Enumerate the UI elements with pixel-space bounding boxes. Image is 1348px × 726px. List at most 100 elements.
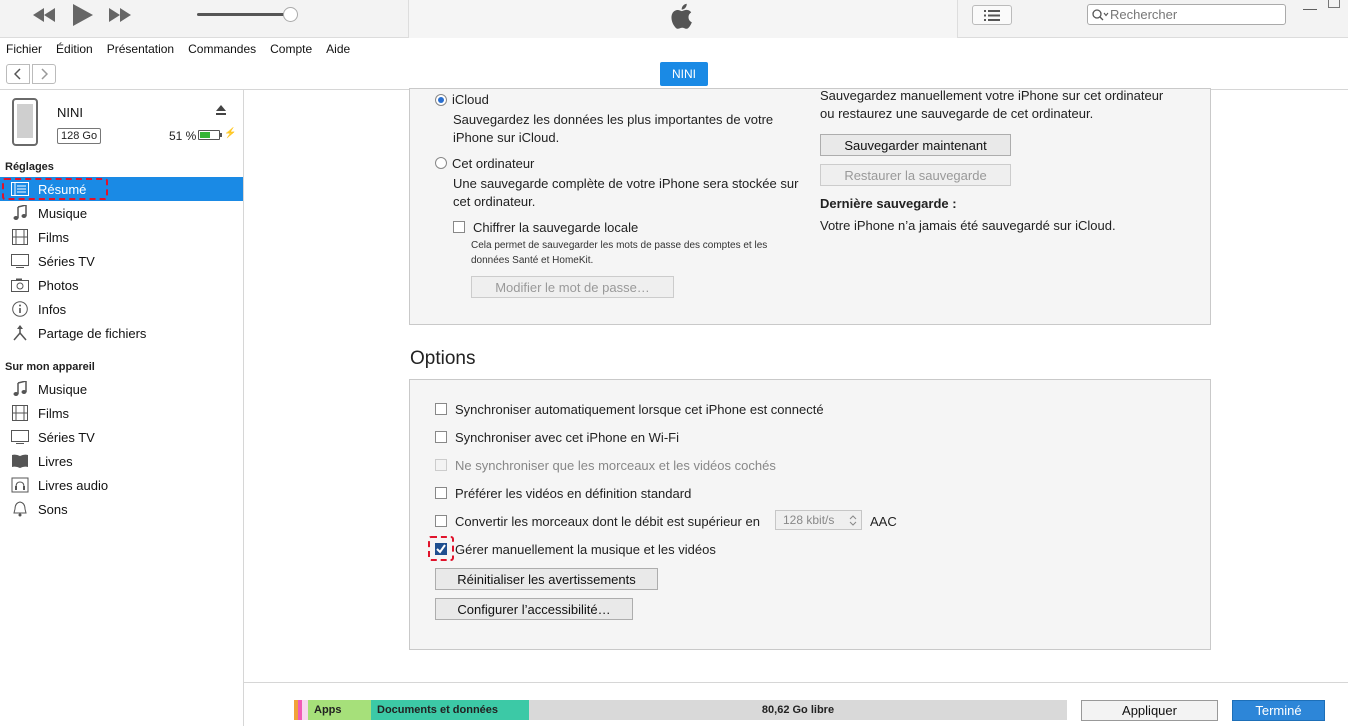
list-icon — [984, 9, 1000, 21]
standard-definition-label: Préférer les vidéos en définition standa… — [455, 486, 692, 501]
sidebar-item-label: Musique — [38, 381, 88, 397]
music-note-icon — [10, 205, 30, 221]
device-summary: NINI 128 Go 51 % ⚡ — [0, 90, 243, 154]
codec-label: AAC — [870, 514, 897, 529]
encrypt-description-line2: données Santé et HomeKit. — [471, 255, 594, 266]
minimize-icon[interactable]: — — [1303, 0, 1317, 16]
sidebar-item-films[interactable]: Films — [0, 225, 243, 249]
checkmark-icon — [435, 543, 447, 555]
sidebar-item-device-films[interactable]: Films — [0, 401, 243, 425]
checked-only-checkbox[interactable] — [435, 459, 447, 471]
main-content: iCloud Sauvegardez les données les plus … — [244, 88, 1348, 682]
file-sharing-icon — [10, 325, 30, 341]
sidebar-item-device-livres-audio[interactable]: Livres audio — [0, 473, 243, 497]
sidebar: NINI 128 Go 51 % ⚡ Réglages Résumé Musiq… — [0, 90, 244, 726]
film-icon — [10, 229, 30, 245]
battery-percent: 51 % — [169, 129, 197, 143]
battery-icon — [198, 130, 222, 140]
sidebar-item-label: Livres audio — [38, 477, 109, 493]
sidebar-item-label: Infos — [38, 301, 67, 317]
search-field[interactable] — [1087, 4, 1286, 25]
menu-fichier[interactable]: Fichier — [6, 42, 42, 56]
computer-description-line2: cet ordinateur. — [453, 194, 536, 209]
maximize-icon[interactable] — [1328, 0, 1340, 8]
sidebar-item-device-sons[interactable]: Sons — [0, 497, 243, 521]
computer-radio[interactable] — [435, 157, 447, 169]
sidebar-item-device-livres[interactable]: Livres — [0, 449, 243, 473]
sidebar-item-label: Photos — [38, 277, 79, 293]
change-password-button[interactable]: Modifier le mot de passe… — [471, 276, 674, 298]
last-backup-text: Votre iPhone n’a jamais été sauvegardé s… — [820, 218, 1116, 233]
sidebar-item-infos[interactable]: Infos — [0, 297, 243, 321]
auto-sync-checkbox[interactable] — [435, 403, 447, 415]
menu-edition[interactable]: Édition — [56, 42, 93, 56]
menu-aide[interactable]: Aide — [326, 42, 350, 56]
search-icon — [1092, 8, 1109, 20]
checked-only-label: Ne synchroniser que les morceaux et les … — [455, 458, 776, 473]
chevron-left-icon — [14, 68, 21, 80]
menu-presentation[interactable]: Présentation — [107, 42, 174, 56]
wifi-sync-checkbox[interactable] — [435, 431, 447, 443]
icloud-description-line1: Sauvegardez les données les plus importa… — [453, 112, 774, 127]
fast-forward-icon[interactable] — [108, 5, 132, 25]
menu-commandes[interactable]: Commandes — [188, 42, 256, 56]
done-button[interactable]: Terminé — [1232, 700, 1325, 721]
device-button[interactable]: NINI — [660, 62, 708, 86]
sidebar-item-musique[interactable]: Musique — [0, 201, 243, 225]
configure-accessibility-button[interactable]: Configurer l’accessibilité… — [435, 598, 633, 620]
rewind-icon[interactable] — [32, 5, 56, 25]
standard-definition-checkbox[interactable] — [435, 487, 447, 499]
eject-icon[interactable] — [215, 104, 227, 119]
reset-warnings-button[interactable]: Réinitialiser les avertissements — [435, 568, 658, 590]
sidebar-item-label: Films — [38, 405, 70, 421]
options-title: Options — [410, 348, 476, 369]
sidebar-item-label: Séries TV — [38, 429, 95, 445]
apple-logo-icon — [668, 0, 698, 32]
manual-backup-description-line1: Sauvegardez manuellement votre iPhone su… — [820, 88, 1164, 103]
camera-icon — [10, 277, 30, 293]
manual-manage-checkbox[interactable] — [435, 543, 447, 555]
sidebar-item-label: Séries TV — [38, 253, 95, 269]
settings-section-title: Réglages — [5, 161, 54, 173]
icloud-radio[interactable] — [435, 94, 447, 106]
back-button[interactable] — [6, 64, 30, 84]
player-bar: — — [0, 0, 1348, 38]
forward-button[interactable] — [32, 64, 56, 84]
sidebar-item-partage-fichiers[interactable]: Partage de fichiers — [0, 321, 243, 345]
menu-compte[interactable]: Compte — [270, 42, 312, 56]
encrypt-label: Chiffrer la sauvegarde locale — [473, 220, 639, 235]
up-next-list-button[interactable] — [972, 5, 1012, 25]
sidebar-item-label: Films — [38, 229, 70, 245]
menu-bar: Fichier Édition Présentation Commandes C… — [0, 38, 1348, 59]
bell-icon — [10, 501, 30, 517]
auto-sync-label: Synchroniser automatiquement lorsque cet… — [455, 402, 824, 417]
chevron-right-icon — [41, 68, 48, 80]
book-icon — [10, 453, 30, 469]
play-icon[interactable] — [72, 4, 94, 26]
encrypt-checkbox[interactable] — [453, 221, 465, 233]
manual-backup-description-line2: ou restaurez une sauvegarde de cet ordin… — [820, 106, 1094, 121]
stepper-arrows-icon — [849, 515, 857, 526]
backup-now-button[interactable]: Sauvegarder maintenant — [820, 134, 1011, 156]
sidebar-item-series-tv[interactable]: Séries TV — [0, 249, 243, 273]
storage-free-space: 80,62 Go libre — [529, 700, 1067, 720]
iphone-icon — [12, 98, 38, 146]
bitrate-select[interactable]: 128 kbit/s — [775, 510, 862, 530]
convert-bitrate-label: Convertir les morceaux dont le débit est… — [455, 514, 760, 529]
volume-knob[interactable] — [283, 7, 298, 22]
sidebar-item-device-musique[interactable]: Musique — [0, 377, 243, 401]
search-input[interactable] — [1110, 7, 1270, 22]
volume-slider[interactable] — [197, 13, 291, 16]
info-icon — [10, 301, 30, 317]
footer-bar: Apps Documents et données 80,62 Go libre… — [244, 682, 1348, 726]
bitrate-value: 128 kbit/s — [783, 513, 835, 527]
sidebar-item-device-series-tv[interactable]: Séries TV — [0, 425, 243, 449]
convert-bitrate-checkbox[interactable] — [435, 515, 447, 527]
sidebar-item-resume[interactable]: Résumé — [0, 177, 243, 201]
sidebar-item-photos[interactable]: Photos — [0, 273, 243, 297]
sidebar-item-label: Partage de fichiers — [38, 325, 147, 341]
restore-backup-button[interactable]: Restaurer la sauvegarde — [820, 164, 1011, 186]
last-backup-title: Dernière sauvegarde : — [820, 196, 957, 211]
apply-button[interactable]: Appliquer — [1081, 700, 1218, 721]
music-note-icon — [10, 381, 30, 397]
